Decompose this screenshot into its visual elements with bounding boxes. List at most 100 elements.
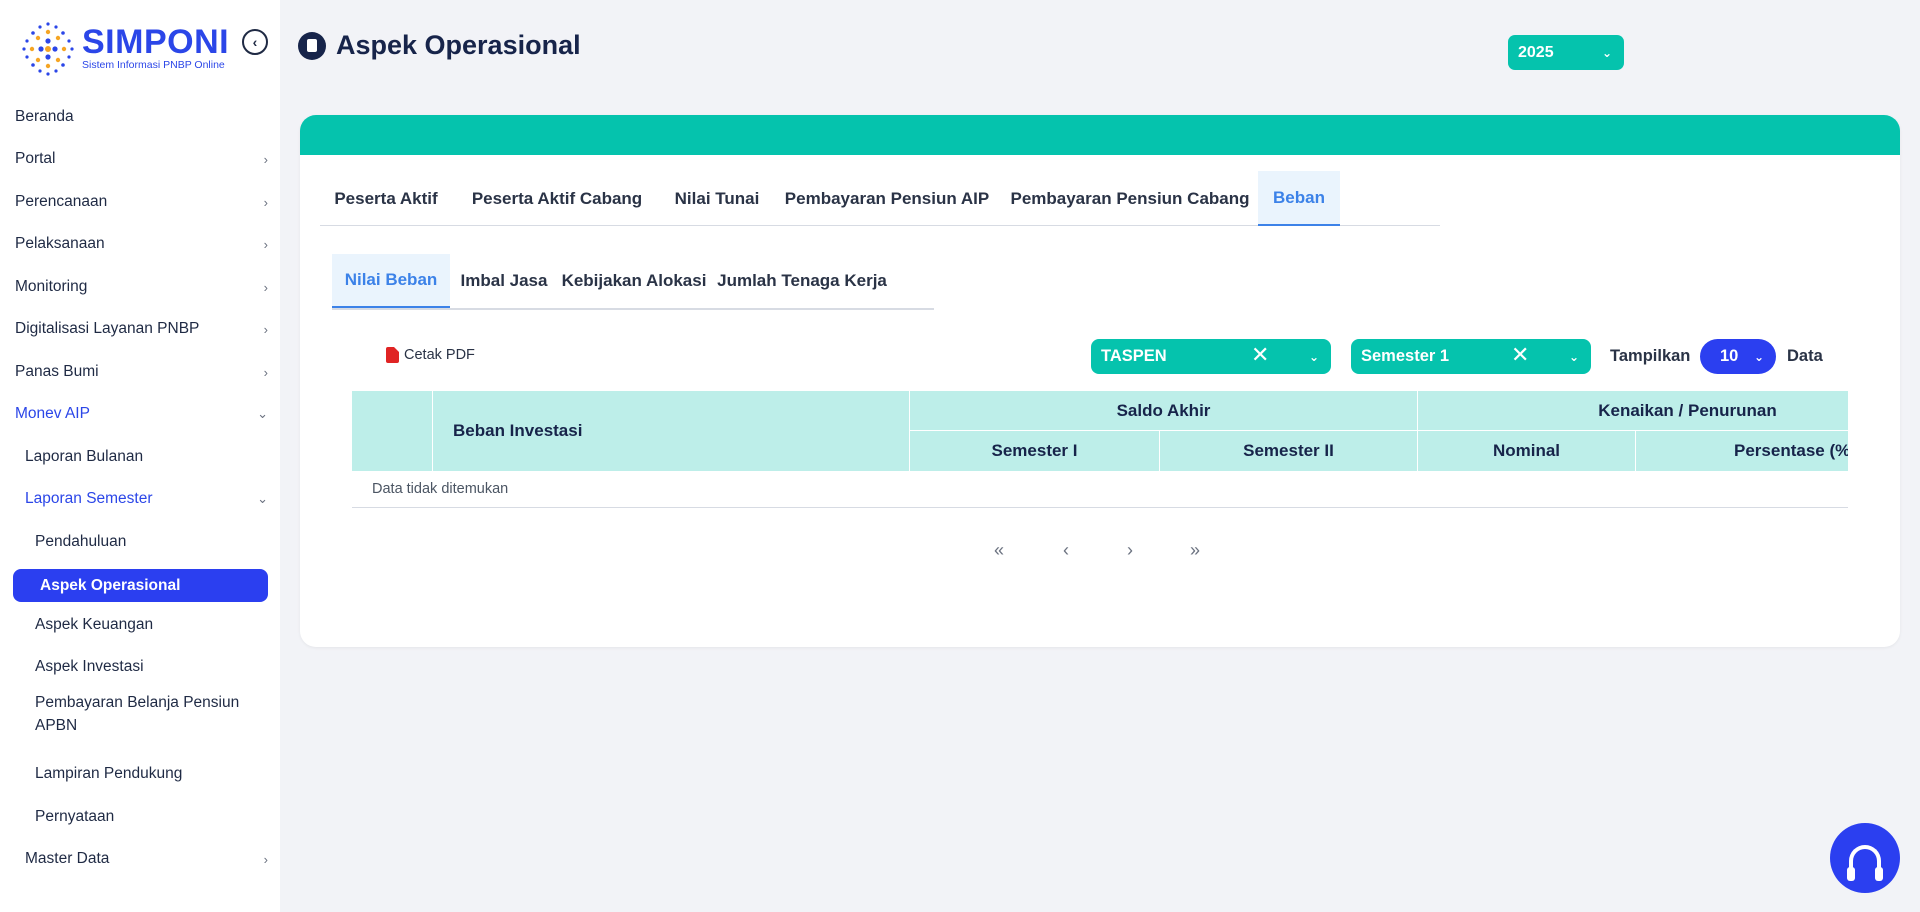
- sidebar-item-label: Perencanaan: [15, 193, 108, 210]
- logo-subtitle: Sistem Informasi PNBP Online: [82, 59, 225, 71]
- clear-icon[interactable]: ✕: [1511, 342, 1529, 368]
- sidebar-item-label: Beranda: [15, 108, 74, 125]
- clear-icon[interactable]: ✕: [1251, 342, 1269, 368]
- chevron-down-icon: ⌄: [1568, 349, 1579, 364]
- sidebar-item-label: Pernyataan: [35, 808, 115, 825]
- sidebar-item-master-data[interactable]: Master Data ›: [0, 844, 280, 874]
- tab-pembayaran-pensiun-cabang[interactable]: Pembayaran Pensiun Cabang: [1002, 171, 1258, 226]
- app-logo[interactable]: SIMPONI Sistem Informasi PNBP Online: [18, 18, 229, 78]
- sidebar-item-label: Master Data: [25, 850, 110, 867]
- sidebar-item-aspek-investasi[interactable]: Aspek Investasi: [0, 652, 280, 682]
- sidebar-item-label: Aspek Operasional: [40, 576, 181, 594]
- chevron-down-icon: ⌄: [257, 491, 268, 506]
- card-header-band: [300, 115, 1900, 155]
- tab-imbal-jasa[interactable]: Imbal Jasa: [450, 254, 558, 308]
- page-header: Aspek Operasional: [298, 30, 581, 61]
- table-header-index: [352, 391, 433, 471]
- sidebar: SIMPONI Sistem Informasi PNBP Online ‹ B…: [0, 0, 280, 912]
- table-header-semester-2: Semester II: [1160, 431, 1418, 471]
- sidebar-item-beranda[interactable]: Beranda: [0, 102, 280, 132]
- sidebar-item-label: Pelaksanaan: [15, 235, 105, 252]
- logo-title: SIMPONI: [82, 23, 230, 61]
- period-filter-select[interactable]: Semester 1 ✕ ⌄: [1351, 339, 1591, 374]
- chevron-right-icon: ›: [263, 279, 268, 295]
- tab-peserta-aktif[interactable]: Peserta Aktif: [320, 171, 452, 226]
- print-pdf-label: Cetak PDF: [404, 347, 475, 363]
- tab-peserta-aktif-cabang[interactable]: Peserta Aktif Cabang: [452, 171, 662, 226]
- sidebar-item-label: Aspek Investasi: [35, 658, 144, 675]
- pdf-icon: [386, 347, 399, 363]
- entity-filter-value: TASPEN: [1101, 347, 1167, 365]
- secondary-tabs: Nilai Beban Imbal Jasa Kebijakan Alokasi…: [332, 254, 934, 310]
- sidebar-item-pelaksanaan[interactable]: Pelaksanaan ›: [0, 229, 280, 259]
- main-card: Peserta Aktif Peserta Aktif Cabang Nilai…: [300, 115, 1900, 647]
- sidebar-item-label: Digitalisasi Layanan PNBP: [15, 320, 200, 337]
- pagination-last[interactable]: »: [1190, 540, 1200, 561]
- sidebar-item-label: Monev AIP: [15, 405, 90, 422]
- chevron-right-icon: ›: [263, 321, 268, 337]
- sidebar-item-label: Monitoring: [15, 278, 88, 295]
- page-title: Aspek Operasional: [336, 30, 581, 60]
- table-empty-message: Data tidak ditemukan: [352, 471, 1848, 508]
- table-header-kenaikan-penurunan: Kenaikan / Penurunan: [1418, 391, 1848, 431]
- collapse-sidebar-icon[interactable]: ‹: [242, 29, 268, 55]
- chevron-down-icon: ⌄: [1753, 349, 1764, 364]
- sidebar-item-label: Pembayaran Belanja Pensiun: [35, 694, 240, 711]
- sidebar-item-laporan-bulanan[interactable]: Laporan Bulanan: [0, 442, 280, 472]
- sidebar-item-label: Panas Bumi: [15, 363, 99, 380]
- table-header-beban-investasi: Beban Investasi: [433, 391, 910, 471]
- year-select[interactable]: 2025 ⌄: [1508, 35, 1624, 70]
- tab-nilai-beban[interactable]: Nilai Beban: [332, 254, 450, 308]
- table-header-nominal: Nominal: [1418, 431, 1636, 471]
- sidebar-item-portal[interactable]: Portal ›: [0, 144, 280, 174]
- table-header-saldo-akhir: Saldo Akhir: [910, 391, 1418, 431]
- pagination-first[interactable]: «: [994, 540, 1004, 561]
- chevron-down-icon: ⌄: [1601, 45, 1612, 60]
- table-header-persentase: Persentase (%: [1636, 431, 1848, 471]
- sidebar-item-monitoring[interactable]: Monitoring ›: [0, 272, 280, 302]
- tab-beban[interactable]: Beban: [1258, 171, 1340, 226]
- sidebar-item-aspek-operasional[interactable]: Aspek Operasional: [13, 569, 268, 602]
- pagination-next[interactable]: ›: [1127, 540, 1133, 561]
- sidebar-item-label: Lampiran Pendukung: [35, 765, 183, 782]
- chevron-down-icon: ⌄: [257, 406, 268, 421]
- page-size-select[interactable]: 10 ⌄: [1700, 339, 1776, 374]
- chevron-down-icon: ⌄: [1308, 349, 1319, 364]
- sidebar-item-label-line2: APBN: [35, 717, 78, 734]
- sidebar-item-label: Laporan Semester: [25, 490, 153, 507]
- chevron-right-icon: ›: [263, 236, 268, 252]
- logo-mark-icon: [22, 22, 74, 76]
- sidebar-item-digitalisasi[interactable]: Digitalisasi Layanan PNBP ›: [0, 314, 280, 344]
- chevron-right-icon: ›: [263, 151, 268, 167]
- show-label: Tampilkan: [1610, 347, 1691, 365]
- tab-kebijakan-alokasi[interactable]: Kebijakan Alokasi: [558, 254, 710, 308]
- sidebar-item-aspek-keuangan[interactable]: Aspek Keuangan: [0, 610, 280, 640]
- tab-pembayaran-pensiun-aip[interactable]: Pembayaran Pensiun AIP: [772, 171, 1002, 226]
- sidebar-item-label: Laporan Bulanan: [25, 448, 144, 465]
- sidebar-item-lampiran[interactable]: Lampiran Pendukung: [0, 759, 280, 789]
- period-filter-value: Semester 1: [1361, 347, 1450, 365]
- data-label: Data: [1787, 347, 1823, 365]
- data-table: Beban Investasi Saldo Akhir Kenaikan / P…: [352, 391, 1848, 511]
- sidebar-item-panas-bumi[interactable]: Panas Bumi ›: [0, 357, 280, 387]
- sidebar-item-pernyataan[interactable]: Pernyataan: [0, 802, 280, 832]
- tab-jumlah-tenaga-kerja[interactable]: Jumlah Tenaga Kerja: [710, 254, 894, 308]
- chevron-right-icon: ›: [263, 851, 268, 867]
- help-chat-button[interactable]: [1830, 823, 1900, 893]
- headset-icon: [1847, 845, 1883, 881]
- tab-nilai-tunai[interactable]: Nilai Tunai: [662, 171, 772, 226]
- primary-tabs: Peserta Aktif Peserta Aktif Cabang Nilai…: [320, 171, 1440, 226]
- entity-filter-select[interactable]: TASPEN ✕ ⌄: [1091, 339, 1331, 374]
- print-pdf-button[interactable]: Cetak PDF: [386, 347, 475, 363]
- sidebar-item-pembayaran-belanja[interactable]: Pembayaran Belanja Pensiun APBN: [0, 694, 280, 742]
- pagination-prev[interactable]: ‹: [1063, 540, 1069, 561]
- sidebar-item-label: Portal: [15, 150, 56, 167]
- sidebar-item-laporan-semester[interactable]: Laporan Semester ⌄: [0, 484, 280, 514]
- chevron-right-icon: ›: [263, 194, 268, 210]
- sidebar-item-monev-aip[interactable]: Monev AIP ⌄: [0, 399, 280, 429]
- sidebar-item-perencanaan[interactable]: Perencanaan ›: [0, 187, 280, 217]
- sidebar-item-label: Aspek Keuangan: [35, 616, 154, 633]
- sidebar-item-label: Pendahuluan: [35, 533, 127, 550]
- year-select-value: 2025: [1518, 43, 1554, 61]
- sidebar-item-pendahuluan[interactable]: Pendahuluan: [0, 527, 280, 557]
